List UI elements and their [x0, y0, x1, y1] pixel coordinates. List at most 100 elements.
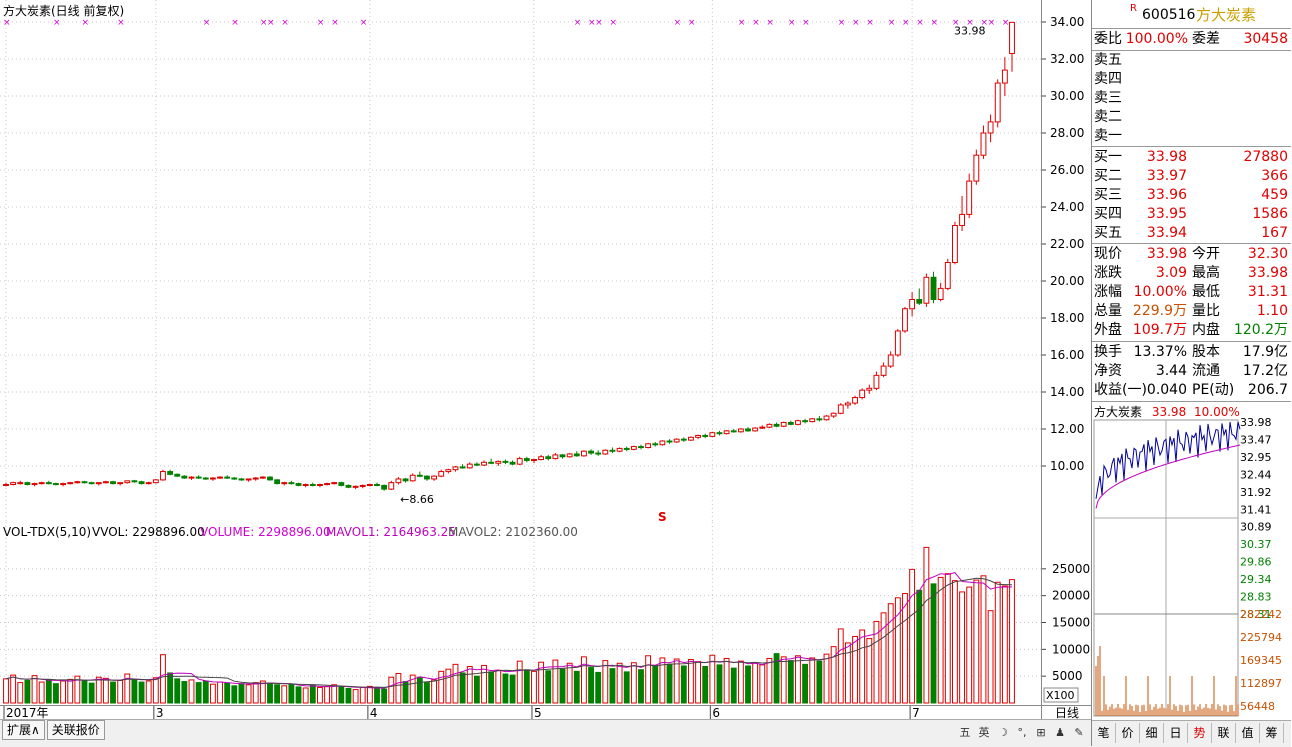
candle-up — [102, 481, 109, 484]
keyboard-icon[interactable]: ⊞ — [1033, 725, 1049, 741]
candle-up — [331, 482, 338, 485]
intraday-mini-chart[interactable]: 33.98 33.47 32.95 32.44 31.92 31.41 30.89 30.37… — [1092, 418, 1291, 718]
volume-bar-up — [566, 662, 573, 704]
volume-bar-up — [359, 686, 366, 704]
candle-down — [338, 482, 345, 486]
volume-bar-down — [545, 670, 552, 704]
punctuation-icon[interactable]: °, — [1014, 725, 1030, 741]
volume-bar-up — [752, 662, 759, 704]
tab-related[interactable]: 联 — [1212, 723, 1236, 743]
vol-indicator-name: VOL-TDX(5,10) — [3, 525, 91, 539]
candle-up — [160, 471, 166, 481]
volume-bar-down — [345, 688, 352, 704]
signal-marker: × — [766, 18, 774, 28]
volume-bar-up — [352, 689, 359, 704]
user-icon[interactable]: ♟ — [1052, 725, 1068, 741]
volume-bar-down — [716, 664, 723, 704]
buy-qty: 1586 — [1252, 206, 1288, 222]
volume-chart[interactable]: VOL-TDX(5,10) VVOL: 2298896.00VOLUME: 229… — [0, 522, 1041, 705]
candle-up — [795, 420, 801, 425]
candle-up — [60, 483, 67, 486]
tab-daily[interactable]: 日 — [1164, 723, 1188, 743]
related-quotes-tab[interactable]: 关联报价 — [46, 720, 105, 740]
quote-row: 总量 229.9万 量比 1.10 — [1092, 302, 1291, 321]
candle-up — [766, 423, 773, 428]
tab-chips[interactable]: 筹 — [1260, 723, 1284, 743]
volume-bar-down — [623, 671, 630, 704]
price-tick-label: 32.00 — [1050, 52, 1084, 66]
fin-value: 0.040 — [1146, 382, 1187, 398]
volume-bar-up — [987, 610, 994, 704]
candle-up — [580, 450, 587, 457]
candle-up — [695, 434, 701, 438]
tab-price[interactable]: 价 — [1116, 723, 1140, 743]
candle-down — [473, 463, 480, 466]
candle-up — [645, 443, 652, 448]
buy-price: 33.95 — [1146, 206, 1187, 222]
candle-up — [844, 402, 851, 406]
ime-english-icon[interactable]: 英 — [976, 725, 992, 741]
volume-bar-down — [730, 667, 737, 704]
volume-bar-down — [502, 673, 509, 704]
candle-down — [609, 449, 616, 452]
tab-trades[interactable]: 笔 — [1092, 723, 1116, 743]
mini-avg-line — [1095, 444, 1241, 509]
volume-bar-up — [959, 591, 965, 704]
volume-bar-up — [10, 674, 17, 704]
period-label[interactable]: 日线 — [1041, 705, 1092, 720]
buy-row: 买五 33.94 167 — [1092, 224, 1291, 243]
signal-marker: × — [902, 18, 910, 28]
candle-up — [145, 482, 152, 485]
candlestick-chart[interactable]: 方大炭素(日线 前复权)33.98←8.66S× × × × × × × × × × × × × × × × ×… — [0, 0, 1041, 522]
candle-down — [167, 471, 174, 475]
volume-bar-up — [966, 586, 973, 704]
candle-up — [552, 454, 559, 460]
buy-row: 买三 33.96 459 — [1092, 186, 1291, 205]
candle-up — [894, 330, 901, 356]
date-label: 6 — [712, 706, 720, 720]
signal-marker: × — [203, 18, 211, 28]
sell-label: 卖四 — [1094, 71, 1122, 87]
fin-label: 收益(一) — [1094, 382, 1147, 398]
signal-marker: × — [866, 18, 874, 28]
ime-wubi-icon[interactable]: 五 — [957, 725, 973, 741]
candle-up — [837, 404, 844, 414]
volume-bar-down — [131, 679, 138, 704]
price-tick-label: 18.00 — [1050, 311, 1084, 325]
candle-up — [209, 477, 216, 480]
candle-down — [138, 481, 145, 485]
candle-down — [381, 484, 388, 490]
tab-trend[interactable]: 势 — [1188, 723, 1212, 743]
wrench-icon[interactable]: ✎ — [1071, 725, 1087, 741]
signal-marker: × — [988, 18, 996, 28]
candle-down — [787, 422, 794, 425]
quote-panel: R 600516 方大炭素 委比 100.00% 委差 30458 卖五 卖四 … — [1091, 0, 1292, 747]
tab-detail[interactable]: 细 — [1140, 723, 1164, 743]
volume-bar-down — [509, 674, 516, 704]
price-tick-label: 24.00 — [1050, 200, 1084, 214]
weibi-label: 委比 — [1094, 31, 1122, 47]
tab-value[interactable]: 值 — [1236, 723, 1260, 743]
moon-icon[interactable]: ☽ — [995, 725, 1011, 741]
expand-tab[interactable]: 扩展∧ — [2, 720, 45, 740]
volume-bar-up — [909, 568, 916, 704]
candle-down — [288, 482, 295, 485]
volume-bar-up — [152, 677, 159, 704]
volume-bar-up — [438, 670, 445, 704]
buy-price: 33.98 — [1146, 149, 1187, 165]
candle-up — [616, 447, 623, 452]
fin-row: 收益(一) 0.040 PE(动) 206.7 — [1092, 381, 1291, 400]
mini-price-tick: 29.86 — [1240, 556, 1272, 569]
candle-up — [188, 476, 195, 479]
candle-down — [509, 461, 516, 465]
candle-up — [252, 477, 259, 480]
quote-row: 现价 33.98 今开 32.30 — [1092, 245, 1291, 264]
volume-bar-down — [381, 688, 388, 704]
quote-row: 涨幅 10.00% 最低 31.31 — [1092, 283, 1291, 302]
candle-down — [267, 476, 273, 481]
candle-up — [17, 482, 24, 485]
signal-marker: × — [688, 18, 696, 28]
sell-label: 卖二 — [1094, 109, 1122, 125]
fin-value: 17.2亿 — [1242, 363, 1288, 379]
candle-up — [124, 480, 131, 484]
